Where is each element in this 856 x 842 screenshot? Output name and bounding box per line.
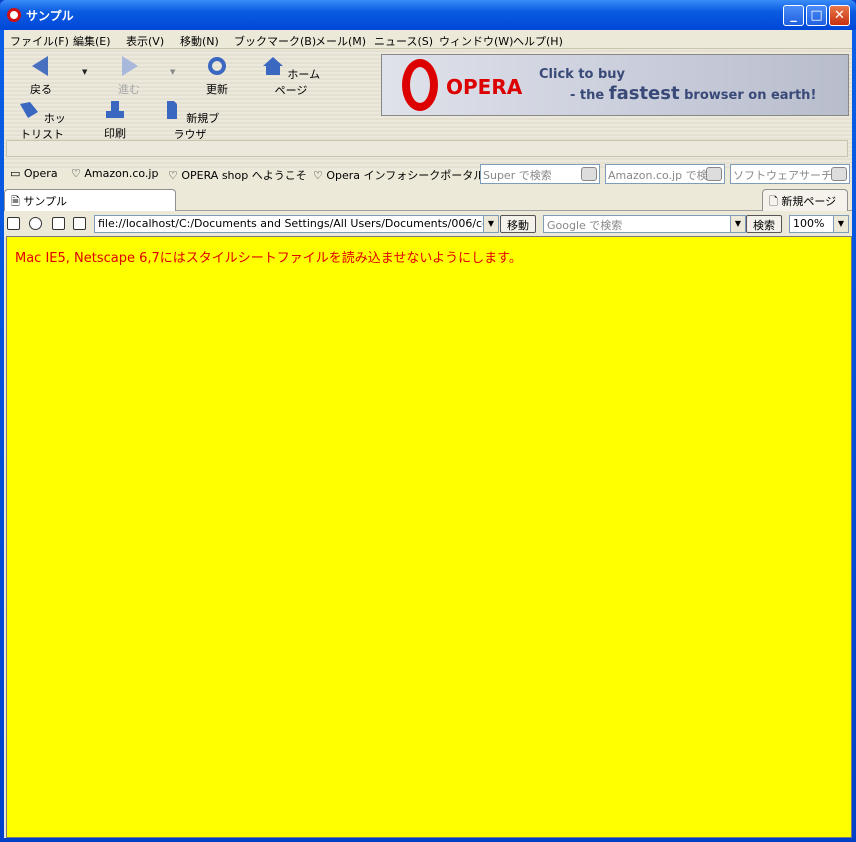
banner-pre: - the [570,88,605,103]
zoom-select[interactable]: 100% [789,215,835,233]
opera-ad-banner[interactable]: OPERA Click to buy - the fastest browser… [381,54,849,116]
amazon-search-field[interactable]: Amazon.co.jp で検索 [605,164,725,184]
address-bar: file://localhost/C:/Documents and Settin… [4,212,852,236]
client-area: ファイル(F) 編集(E) 表示(V) 移動(N) ブックマーク(B) メール(… [4,30,852,838]
banner-big: fastest [608,83,680,104]
menu-bookmarks[interactable]: ブックマーク(B) [234,33,316,49]
print-icon [106,101,124,118]
bookmark-label: Amazon.co.jp [84,167,159,180]
print-small-icon[interactable] [73,217,86,230]
window-title: サンプル [26,9,74,23]
print-label: 印刷 [104,127,126,140]
bookmark-opera[interactable]: ▭ Opera [10,167,58,180]
content-text: Mac IE5, Netscape 6,7にはスタイルシートファイルを読み込ませ… [15,251,522,266]
page-icon[interactable] [52,217,65,230]
menu-bar: ファイル(F) 編集(E) 表示(V) 移動(N) ブックマーク(B) メール(… [4,30,852,49]
url-input[interactable]: file://localhost/C:/Documents and Settin… [94,215,484,233]
print-button[interactable]: 印刷 [98,100,132,141]
menu-navigate[interactable]: 移動(N) [180,33,219,49]
cookie-icon[interactable] [29,217,42,230]
software-icon[interactable] [831,167,847,181]
forward-dropdown[interactable]: ▼ [170,68,175,76]
bookmark-label: Opera インフォシークポータル [326,169,485,182]
menu-news[interactable]: ニュース(S) [374,33,433,49]
banner-logo-text: OPERA [446,75,523,99]
search-dropdown[interactable]: ▼ [730,215,746,233]
menu-window[interactable]: ウィンドウ(W) [439,33,513,49]
bookmark-amazon[interactable]: ♡ Amazon.co.jp [71,167,158,180]
google-search-input[interactable]: Google で検索 [543,215,733,233]
search-go-icon[interactable] [581,167,597,181]
tab-sample[interactable]: 🗎 サンプル [4,189,176,211]
menu-file[interactable]: ファイル(F) [10,33,69,49]
home-button[interactable]: ホームページ [258,56,324,98]
menu-mail[interactable]: メール(M) [315,33,366,49]
minimize-button[interactable]: _ [783,5,804,26]
new-page-icon [166,101,177,119]
hotlist-icon [20,102,39,118]
zoom-dropdown[interactable]: ▼ [833,215,849,233]
menu-view[interactable]: 表示(V) [126,33,164,49]
search-placeholder: Amazon.co.jp で検索 [608,169,719,182]
new-page-tab-button[interactable]: 🗋 新規ページ [762,189,848,211]
close-button[interactable]: ✕ [829,5,850,26]
search-placeholder: Super で検索 [483,169,552,182]
back-button[interactable]: 戻る [24,56,58,97]
opera-logo-icon [7,8,21,22]
go-button[interactable]: 移動 [500,215,536,233]
forward-arrow-icon [122,56,138,76]
bookmark-label: OPERA shop へようこそ [181,169,307,182]
bookmark-opera-shop[interactable]: ♡ OPERA shop へようこそ [168,167,307,183]
title-bar: サンプル _ □ ✕ [0,0,856,30]
menu-help[interactable]: ヘルプ(H) [513,33,563,49]
cart-icon[interactable] [706,167,722,181]
bookmark-label: Opera [23,167,58,180]
super-search-field[interactable]: Super で検索 [480,164,600,184]
back-arrow-icon [32,56,48,76]
menu-edit[interactable]: 編集(E) [73,33,111,49]
bookmarks-bar: ▭ Opera ♡ Amazon.co.jp ♡ OPERA shop へようこ… [4,161,852,187]
banner-line1: Click to buy [539,67,626,82]
security-icon[interactable] [7,217,20,230]
software-search-field[interactable]: ソフトウェアサーチ で [730,164,850,184]
reload-button[interactable]: 更新 [200,56,234,97]
search-button[interactable]: 検索 [746,215,782,233]
back-label: 戻る [30,83,52,96]
hotlist-button[interactable]: ホットリスト [14,100,70,142]
reload-icon [208,57,226,75]
url-dropdown[interactable]: ▼ [483,215,499,233]
opera-o-logo [402,59,438,111]
new-browser-button[interactable]: 新規ブラウザ [158,100,222,142]
banner-line2: - the fastest browser on earth! [570,83,816,104]
tab-label: サンプル [23,195,68,208]
home-icon [262,57,283,75]
new-page-label: 新規ページ [781,195,837,208]
toolbar-strip [6,140,848,157]
page-content: Mac IE5, Netscape 6,7にはスタイルシートファイルを読み込ませ… [6,236,852,838]
back-dropdown[interactable]: ▼ [82,68,87,76]
forward-label: 進む [118,83,140,96]
search-placeholder: ソフトウェアサーチ で [733,169,847,182]
browser-window: サンプル _ □ ✕ ファイル(F) 編集(E) 表示(V) 移動(N) ブック… [0,0,856,842]
forward-button[interactable]: 進む [112,56,146,97]
bookmark-infoseek[interactable]: ♡ Opera インフォシークポータル [313,167,484,183]
banner-post: browser on earth! [684,88,817,103]
tab-bar: 🗎 サンプル 🗋 新規ページ [4,188,852,211]
maximize-button[interactable]: □ [806,5,827,26]
reload-label: 更新 [206,83,228,96]
